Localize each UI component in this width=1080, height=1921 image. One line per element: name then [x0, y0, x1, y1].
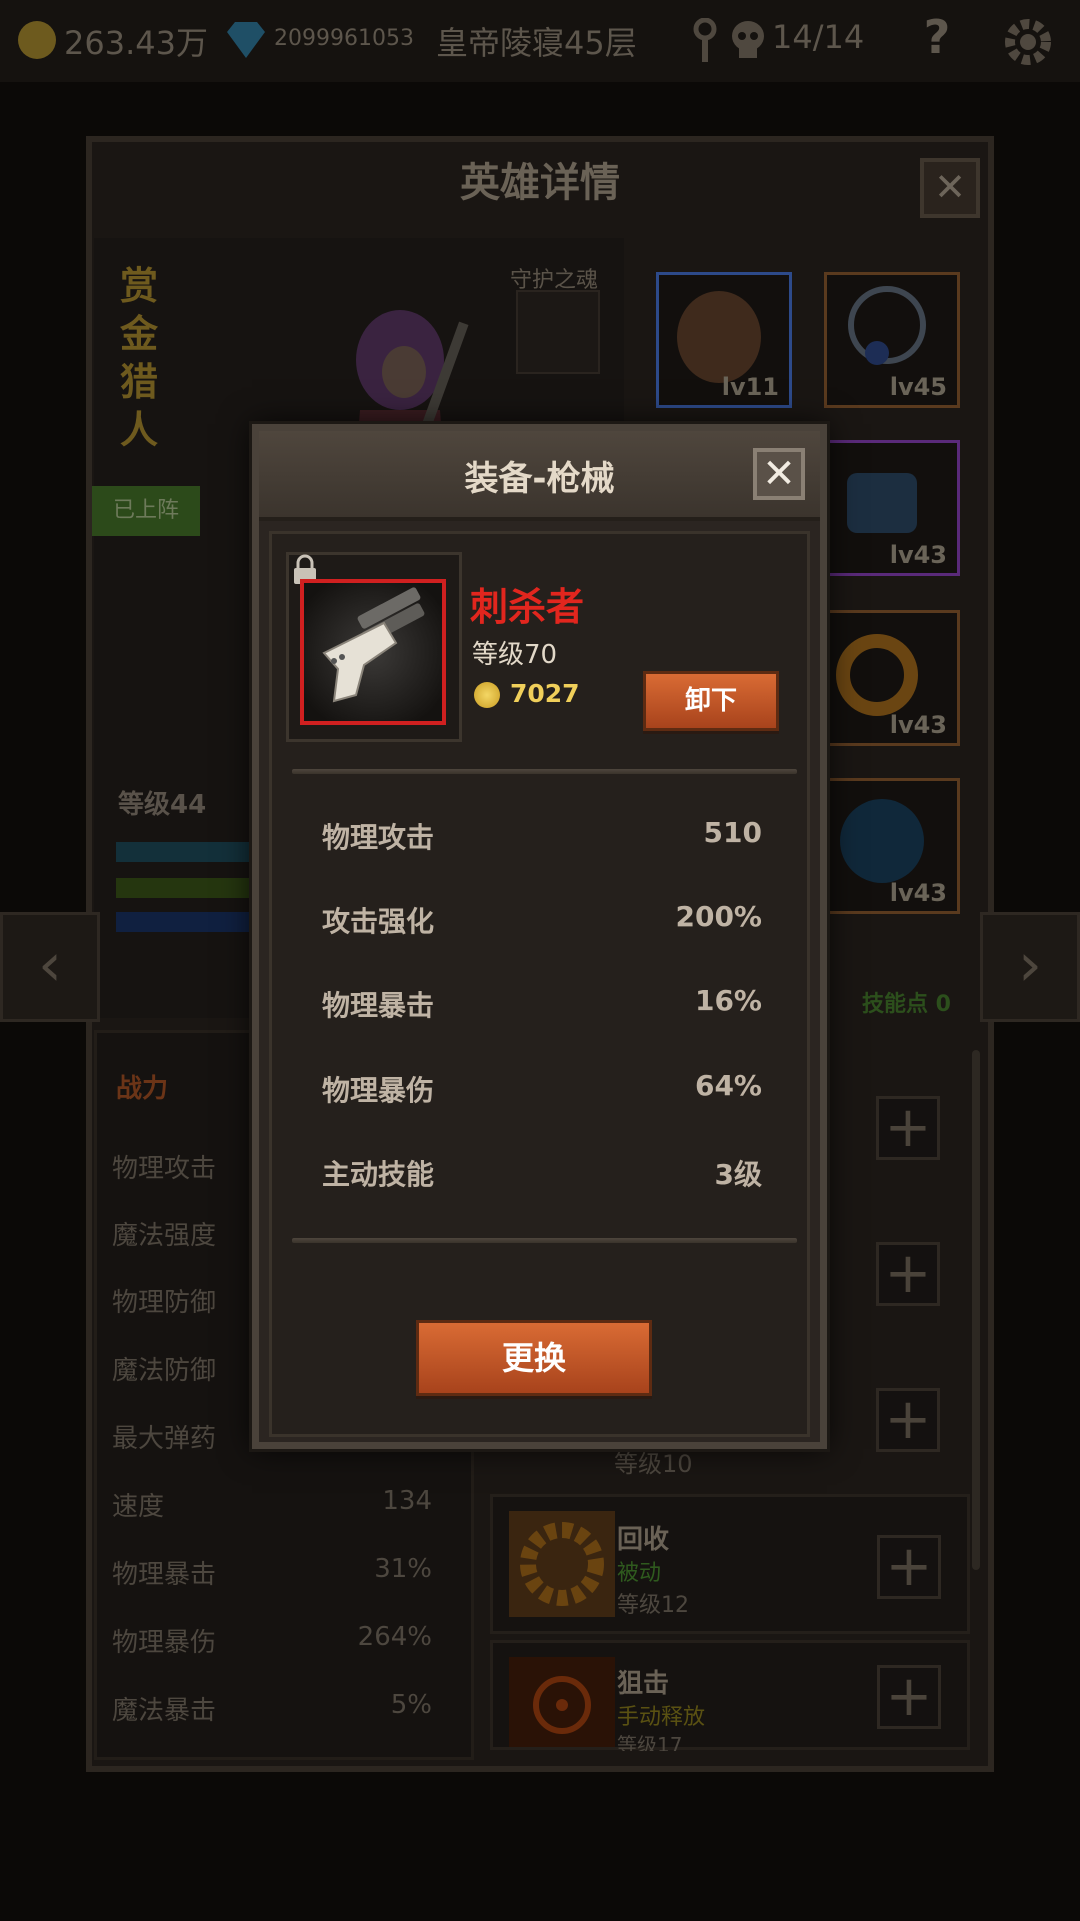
item-stat-row: 主动技能 3级: [322, 1153, 762, 1193]
stat-name: 速度: [112, 1492, 165, 1522]
divider: [292, 1238, 797, 1243]
stat-name: 物理攻击: [112, 1154, 217, 1184]
stat-name: 魔法暴击: [112, 1696, 217, 1726]
stat-value: 31%: [374, 1554, 432, 1584]
modal-header: 装备-枪械 ✕: [259, 431, 820, 521]
gold-amount: 263.43万: [64, 24, 208, 62]
hero-name: 赏 金 猎 人: [120, 262, 160, 454]
stat-name: 最大弹药: [112, 1424, 217, 1454]
item-stat-value: 64%: [694, 1069, 762, 1102]
gold-coin-icon: [18, 21, 56, 59]
equipment-slot-ring[interactable]: lv43: [824, 610, 960, 746]
equipment-slot-emblem[interactable]: lv43: [824, 778, 960, 914]
exp-bar: [116, 842, 256, 862]
gem-icon: [227, 22, 265, 58]
next-hero-arrow[interactable]: ›: [980, 912, 1080, 1022]
stat-name: 物理防御: [112, 1288, 217, 1318]
skill-card[interactable]: 回收 被动 等级12 +: [490, 1494, 970, 1634]
add-skill-button[interactable]: +: [876, 1388, 940, 1452]
stat-value: 134: [382, 1486, 432, 1516]
hero-detail-title: 英雄详情: [460, 160, 620, 206]
coin-icon: [474, 682, 500, 708]
item-stat-name: 攻击强化: [322, 905, 435, 938]
add-skill-button[interactable]: +: [876, 1242, 940, 1306]
item-name: 刺杀者: [470, 585, 585, 629]
slot-level: lv11: [721, 373, 779, 401]
hero-name-char: 猎: [120, 360, 159, 404]
slot-level: lv43: [889, 541, 947, 569]
stamina-count: 14/14: [772, 18, 865, 56]
skill-name: 回收: [617, 1525, 670, 1555]
equipment-modal: 装备-枪械 ✕ 刺杀者 等级70 7027 卸下 物理攻击 510 攻击强化 2…: [252, 424, 827, 1449]
hero-name-char: 金: [120, 312, 159, 356]
item-icon-frame[interactable]: [300, 579, 446, 725]
item-stat-name: 物理攻击: [322, 821, 435, 854]
item-stat-row: 物理暴击 16%: [322, 984, 762, 1024]
gear-skill-icon: [509, 1511, 615, 1617]
location-label: 皇帝陵寝45层: [436, 24, 637, 62]
item-stat-value: 16%: [694, 984, 762, 1017]
skill-points: 技能点 0: [862, 992, 951, 1017]
slot-level: lv45: [889, 373, 947, 401]
equipment-slot-bracer[interactable]: lv43: [824, 440, 960, 576]
stat-value: 264%: [357, 1622, 432, 1652]
item-stat-value: 3级: [714, 1158, 762, 1191]
stats-header: 战力: [116, 1074, 169, 1104]
settings-gear-icon[interactable]: [1000, 14, 1056, 70]
item-stat-name: 物理暴击: [322, 989, 435, 1022]
add-skill-button[interactable]: +: [877, 1665, 941, 1729]
modal-title: 装备-枪械: [464, 459, 615, 499]
skill-card[interactable]: 狙击 手动释放 等级17 +: [490, 1640, 970, 1751]
stat-value: 5%: [390, 1690, 432, 1720]
item-stat-value: 510: [703, 816, 762, 849]
skull-icon: [732, 21, 764, 58]
hero-name-char: 人: [120, 408, 159, 452]
item-stat-row: 物理攻击 510: [322, 816, 762, 856]
divider: [292, 769, 797, 774]
pistol-icon: [304, 583, 442, 721]
replace-button[interactable]: 更换: [416, 1320, 652, 1396]
modal-body: 刺杀者 等级70 7027 卸下 物理攻击 510 攻击强化 200% 物理暴击…: [269, 531, 810, 1437]
add-skill-button[interactable]: +: [877, 1535, 941, 1599]
stat-name: 魔法防御: [112, 1356, 217, 1386]
skill-type: 被动: [617, 1561, 662, 1586]
hero-level: 等级44: [118, 790, 207, 820]
stat-name: 物理暴伤: [112, 1628, 217, 1658]
equipment-slot-necklace[interactable]: lv45: [824, 272, 960, 408]
item-stat-name: 主动技能: [322, 1158, 435, 1191]
key-icon: [693, 18, 717, 62]
item-level: 等级70: [472, 640, 558, 670]
skill-type: 手动释放: [617, 1705, 706, 1730]
slot-level: lv43: [889, 711, 947, 739]
gem-amount: 2099961053: [274, 26, 414, 51]
hero-panel-close-button[interactable]: ✕: [920, 158, 980, 218]
deployed-badge: 已上阵: [92, 486, 200, 536]
stat-name: 物理暴击: [112, 1560, 217, 1590]
item-stat-name: 物理暴伤: [322, 1074, 435, 1107]
skill-list-scrollbar[interactable]: [972, 1050, 980, 1570]
stat-name: 魔法强度: [112, 1221, 217, 1251]
skill-level: 等级17: [617, 1733, 683, 1751]
skill-name: 狙击: [617, 1669, 670, 1699]
skill-level: 等级12: [617, 1593, 689, 1618]
unequip-button[interactable]: 卸下: [643, 671, 779, 731]
item-stat-row: 物理暴伤 64%: [322, 1069, 762, 1109]
add-skill-button[interactable]: +: [876, 1096, 940, 1160]
top-bar: 263.43万 2099961053 皇帝陵寝45层 14/14 ?: [0, 0, 1080, 82]
equipment-slot-helmet[interactable]: lv11: [656, 272, 792, 408]
item-sell-price: 7027: [510, 679, 580, 708]
hp-bar: [116, 878, 256, 898]
slot-level: lv43: [889, 879, 947, 907]
hero-name-char: 赏: [120, 264, 159, 308]
item-stat-value: 200%: [675, 900, 762, 933]
modal-close-button[interactable]: ✕: [753, 448, 805, 500]
skill-level: 等级10: [614, 1450, 693, 1478]
mp-bar: [116, 912, 256, 932]
item-stat-row: 攻击强化 200%: [322, 900, 762, 940]
crosshair-skill-icon: [509, 1657, 615, 1747]
guardian-soul-slot[interactable]: [516, 290, 600, 374]
prev-hero-arrow[interactable]: ‹: [0, 912, 100, 1022]
help-button[interactable]: ?: [912, 10, 962, 70]
